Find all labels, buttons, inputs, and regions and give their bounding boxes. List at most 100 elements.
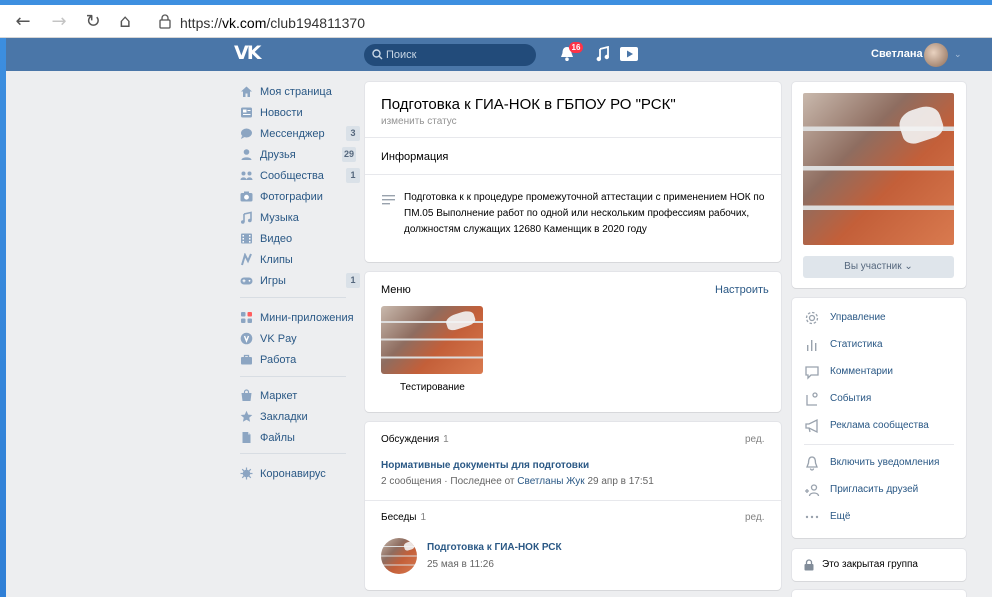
topic-meta-date: 29 апр в 17:51	[587, 476, 654, 487]
clips-icon	[241, 253, 252, 266]
vk-logo[interactable]: VK	[234, 42, 266, 66]
group-cover-photo[interactable]	[803, 93, 954, 245]
vk-page: VK 16 Светлана ⌄ Моя	[6, 38, 992, 597]
more-icon	[805, 515, 819, 519]
sidebar-item-label: Клипы	[260, 254, 293, 266]
friends-count-badge: 29	[342, 147, 357, 162]
sidebar-item-label: Новости	[260, 107, 303, 119]
games-count-badge: 1	[346, 273, 360, 288]
megaphone-icon	[805, 418, 818, 434]
search-box[interactable]	[364, 44, 536, 66]
user-name[interactable]: Светлана	[871, 48, 923, 60]
admin-item-label: Управление	[830, 312, 886, 323]
sidebar-item-bookmarks[interactable]: Закладки	[240, 407, 360, 427]
events-icon	[806, 392, 818, 406]
music-icon[interactable]	[596, 46, 610, 62]
sidebar-item-news[interactable]: Новости	[240, 103, 360, 123]
address-bar[interactable]: https://vk.com/club194811370	[180, 15, 365, 31]
closed-group-card: Это закрытая группа	[792, 549, 966, 581]
sidebar-item-communities[interactable]: Сообщества 1	[240, 166, 360, 186]
gear-icon	[805, 311, 819, 325]
description-lines-icon	[382, 195, 395, 205]
sidebar-item-coronavirus[interactable]: Коронавирус	[240, 464, 360, 484]
chat-avatar[interactable]	[381, 538, 417, 574]
admin-item-label: Ещё	[830, 511, 851, 522]
admin-item-more[interactable]: Ещё	[792, 507, 966, 527]
camera-icon	[240, 191, 253, 202]
info-heading: Информация	[381, 151, 449, 163]
video-play-icon[interactable]	[620, 46, 638, 62]
news-icon	[241, 107, 252, 118]
chat-title-link[interactable]: Подготовка к ГИА-НОК РСК	[427, 542, 562, 553]
friends-icon	[241, 149, 252, 160]
back-arrow-icon[interactable]: ←	[12, 11, 34, 33]
sidebar-item-music[interactable]: Музыка	[240, 208, 360, 228]
star-icon	[240, 410, 253, 422]
group-description: Подготовка к к процедуре промежуточной а…	[404, 192, 765, 235]
admin-item-manage[interactable]: Управление	[792, 308, 966, 328]
url-host: vk.com	[222, 15, 267, 31]
sidebar-item-work[interactable]: Работа	[240, 350, 360, 370]
games-icon	[240, 277, 253, 285]
forward-arrow-icon[interactable]: →	[48, 11, 70, 33]
sidebar-item-label: Музыка	[260, 212, 299, 224]
sidebar-item-label: Закладки	[260, 411, 308, 423]
file-icon	[242, 432, 251, 443]
testing-thumbnail[interactable]	[381, 306, 483, 374]
chats-count: 1	[420, 512, 427, 523]
configure-menu-link[interactable]: Настроить	[715, 284, 769, 296]
sidebar-item-label: Друзья	[260, 149, 296, 161]
sidebar-item-games[interactable]: Игры 1	[240, 271, 360, 291]
sidebar-item-mini-apps[interactable]: Мини-приложения	[240, 308, 360, 328]
comment-icon	[805, 366, 819, 380]
sidebar-item-clips[interactable]: Клипы	[240, 250, 360, 270]
topic-meta-prefix: 2 сообщения · Последнее от	[381, 476, 515, 487]
membership-button[interactable]: Вы участник ⌄	[803, 256, 954, 278]
sidebar-item-video[interactable]: Видео	[240, 229, 360, 249]
admin-item-events[interactable]: События	[792, 389, 966, 409]
bell-icon	[806, 456, 818, 471]
sidebar-item-label: Фотографии	[260, 191, 323, 203]
card-divider	[365, 500, 781, 501]
chat-date: 25 мая в 11:26	[427, 559, 494, 570]
user-avatar[interactable]	[924, 43, 948, 67]
sidebar-item-my-page[interactable]: Моя страница	[240, 82, 360, 102]
messenger-count-badge: 3	[346, 126, 360, 141]
sidebar-item-photos[interactable]: Фотографии	[240, 187, 360, 207]
search-input[interactable]	[386, 44, 531, 66]
url-scheme: https://	[180, 15, 223, 31]
card-divider	[365, 174, 781, 175]
topic-author-link[interactable]: Светланы Жук	[517, 476, 584, 487]
admin-item-ads[interactable]: Реклама сообщества	[792, 416, 966, 436]
testing-label[interactable]: Тестирование	[400, 382, 465, 393]
discussions-heading: Обсуждения 1	[381, 434, 449, 445]
edit-status-link[interactable]: изменить статус	[381, 116, 457, 127]
discussions-edit-link[interactable]: ред.	[745, 434, 765, 445]
sidebar-item-vk-pay[interactable]: VK Pay	[240, 329, 360, 349]
chevron-down-icon[interactable]: ⌄	[954, 49, 962, 60]
lock-icon	[159, 14, 171, 29]
sidebar-item-friends[interactable]: Друзья 29	[240, 145, 360, 165]
chats-edit-link[interactable]: ред.	[745, 512, 765, 523]
sidebar-item-market[interactable]: Маркет	[240, 386, 360, 406]
video-icon	[241, 233, 252, 244]
discussions-label: Обсуждения	[381, 434, 440, 445]
admin-item-label: Комментарии	[830, 366, 893, 377]
admin-item-notifications[interactable]: Включить уведомления	[792, 453, 966, 473]
admin-item-stats[interactable]: Статистика	[792, 335, 966, 355]
home-icon[interactable]: ⌂	[114, 11, 136, 33]
topic-title-link[interactable]: Нормативные документы для подготовки	[381, 460, 589, 471]
communities-count-badge: 1	[346, 168, 360, 183]
admin-item-label: Пригласить друзей	[830, 484, 919, 495]
group-info-card: Подготовка к ГИА-НОК в ГБПОУ РО "РСК" из…	[365, 82, 781, 262]
stats-icon	[807, 340, 817, 351]
closed-group-label: Это закрытая группа	[822, 559, 918, 570]
reload-icon[interactable]: ↻	[82, 11, 104, 33]
menu-heading: Меню	[381, 284, 411, 296]
admin-item-invite[interactable]: Пригласить друзей	[792, 480, 966, 500]
sidebar-item-files[interactable]: Файлы	[240, 428, 360, 448]
card-divider	[365, 137, 781, 138]
chats-heading: Беседы 1	[381, 512, 426, 523]
sidebar-item-messenger[interactable]: Мессенджер 3	[240, 124, 360, 144]
admin-item-comments[interactable]: Комментарии	[792, 362, 966, 382]
